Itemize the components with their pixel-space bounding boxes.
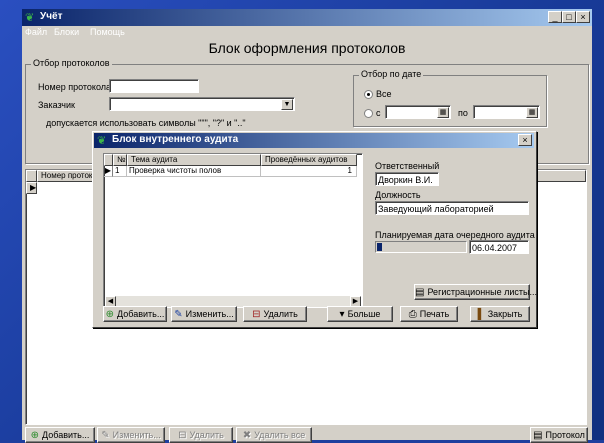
edit-icon: ✎ (101, 430, 110, 441)
audit-row-indicator: ▶ (104, 166, 113, 177)
responsible-field[interactable]: Дворкин В.И. (375, 172, 439, 186)
menu-help[interactable]: Помощь (90, 27, 125, 37)
edit-icon: ✎ (174, 309, 183, 320)
chevron-down-icon: ▾ (339, 309, 345, 320)
protocol-button[interactable]: ▤ Протокол (530, 427, 588, 443)
protocol-button-label: Протокол (545, 430, 585, 440)
calendar-icon[interactable]: ▦ (526, 107, 538, 118)
dialog-more-label: Больше (347, 309, 381, 319)
add-button-label: Добавить... (42, 430, 90, 440)
document-icon: ▤ (415, 287, 425, 298)
date-to-input[interactable]: ▦ (473, 105, 540, 119)
dialog-close-button[interactable]: × (518, 134, 532, 146)
delete-all-icon: ✖ (242, 430, 252, 441)
protocol-number-label: Номер протокола (38, 82, 112, 92)
door-icon: ▌ (477, 309, 485, 320)
dialog-add-label: Добавить... (117, 309, 165, 319)
dialog-delete-button[interactable]: ⊟ Удалить (243, 306, 307, 322)
window-title: Учёт (40, 11, 63, 22)
add-button[interactable]: ⊕ Добавить... (25, 427, 95, 443)
dialog-plant-icon: ❦ (97, 135, 107, 147)
dialog-print-button[interactable]: ⎙ Печать (400, 306, 458, 322)
delete-button[interactable]: ⊟ Удалить (169, 427, 233, 443)
close-button[interactable]: × (576, 11, 590, 23)
maximize-button[interactable]: □ (562, 11, 576, 23)
menu-blocks[interactable]: Блоки (54, 27, 79, 37)
menu-bar: Файл Блоки Помощь (22, 26, 592, 40)
audit-cell-topic[interactable]: Проверка чистоты полов (127, 166, 261, 177)
dialog-close-action-button[interactable]: ▌ Закрыть (470, 306, 530, 322)
delete-button-label: Удалить (189, 430, 224, 440)
dialog-titlebar: ❦ Блок внутреннего аудита × (94, 133, 534, 148)
audit-header-count[interactable]: Проведённых аудитов (261, 154, 357, 166)
customer-select[interactable]: ▼ (109, 97, 295, 111)
delete-icon: ⊟ (252, 309, 261, 320)
grid-row-indicator: ▶ (26, 182, 37, 194)
printer-icon: ⎙ (408, 309, 417, 320)
radio-all-label: Все (376, 89, 392, 99)
edit-button[interactable]: ✎ Изменить... (97, 427, 165, 443)
next-date-field[interactable]: 06.04.2007 (469, 240, 529, 254)
audit-grid-corner (104, 154, 113, 166)
date-filter-group: Отбор по дате Все с ▦ по ▦ (353, 69, 547, 127)
dialog-add-button[interactable]: ⊕ Добавить... (103, 306, 167, 322)
date-filter-legend: Отбор по дате (359, 69, 424, 79)
progress-fill (377, 243, 382, 251)
radio-range-label: с (376, 108, 381, 118)
radio-all[interactable] (364, 90, 373, 99)
audit-cell-count[interactable]: 1 (261, 166, 357, 177)
registration-sheets-button[interactable]: ▤ Регистрационные листы... (414, 284, 537, 300)
dialog-print-label: Печать (419, 309, 450, 319)
minimize-button[interactable]: _ (548, 11, 562, 23)
responsible-label: Ответственный (375, 161, 440, 171)
dialog-close-label: Закрыть (487, 309, 523, 319)
page-title: Блок оформления протоколов (208, 40, 406, 56)
add-icon: ⊕ (30, 430, 40, 441)
dialog-more-button[interactable]: ▾ Больше (327, 306, 393, 322)
filter-hint: допускается использовать символы """, "?… (46, 118, 246, 128)
document-icon: ▤ (533, 430, 543, 441)
menu-file[interactable]: Файл (25, 27, 47, 37)
audit-header-num[interactable]: № (113, 154, 127, 166)
app-plant-icon: ❦ (25, 12, 35, 24)
dialog-title: Блок внутреннего аудита (112, 134, 239, 145)
position-field[interactable]: Заведующий лабораторией (375, 201, 529, 215)
next-date-label: Планируемая дата очередного аудита (375, 230, 535, 240)
date-from-input[interactable]: ▦ (385, 105, 451, 119)
registration-sheets-label: Регистрационные листы... (427, 287, 537, 297)
audit-grid[interactable]: № Тема аудита Проведённых аудитов ▶ 1 Пр… (103, 153, 363, 308)
date-to-label: по (458, 108, 468, 118)
delete-icon: ⊟ (178, 430, 187, 441)
add-icon: ⊕ (105, 309, 115, 320)
dialog-edit-button[interactable]: ✎ Изменить... (171, 306, 237, 322)
audit-cell-num[interactable]: 1 (113, 166, 127, 177)
grid-corner (26, 170, 37, 182)
dialog-delete-label: Удалить (263, 309, 298, 319)
chevron-down-icon[interactable]: ▼ (281, 99, 293, 110)
edit-button-label: Изменить... (112, 430, 161, 440)
audit-header-topic[interactable]: Тема аудита (127, 154, 261, 166)
filter-legend: Отбор протоколов (31, 58, 112, 68)
audit-dialog: ❦ Блок внутреннего аудита × № Тема аудит… (92, 131, 537, 328)
delete-all-button-label: Удалить все (254, 430, 306, 440)
window-titlebar: ❦ Учёт _ □ × (22, 9, 592, 26)
audit-progress-bar (375, 241, 467, 253)
calendar-icon[interactable]: ▦ (437, 107, 449, 118)
delete-all-button[interactable]: ✖ Удалить все (236, 427, 312, 443)
protocol-number-input[interactable] (109, 79, 199, 93)
dialog-edit-label: Изменить... (185, 309, 234, 319)
position-label: Должность (375, 190, 421, 200)
customer-label: Заказчик (38, 100, 75, 110)
grid-header-number[interactable]: Номер протоко (37, 170, 97, 182)
radio-range[interactable] (364, 109, 373, 118)
